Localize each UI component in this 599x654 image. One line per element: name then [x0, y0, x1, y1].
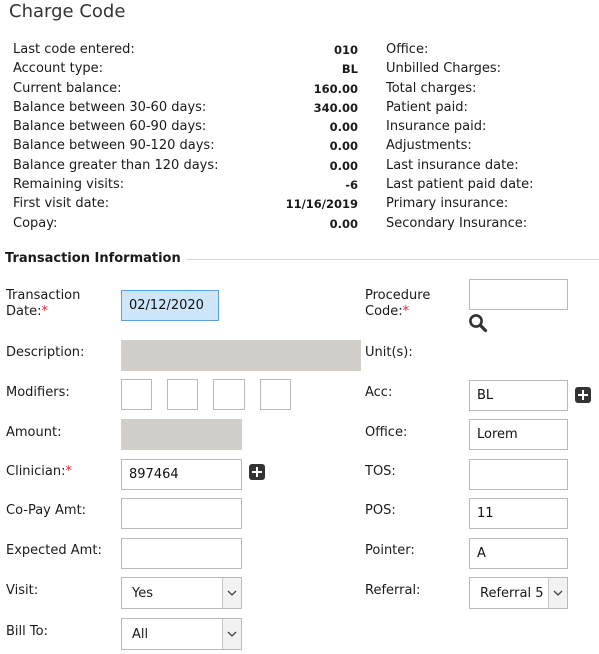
- summary-value: BL: [341, 62, 358, 77]
- acc-input[interactable]: BL: [469, 380, 568, 411]
- visit-select[interactable]: Yes: [121, 577, 242, 609]
- summary-label: Balance between 30-60 days:: [13, 99, 207, 115]
- section-title: Transaction Information: [5, 251, 181, 266]
- add-acc-button[interactable]: [575, 387, 591, 403]
- referral-select[interactable]: Referral 5: [469, 577, 568, 609]
- summary-label: Last patient paid date:: [386, 177, 534, 193]
- chevron-down-icon[interactable]: [222, 619, 241, 649]
- visit-select-value: Yes: [132, 585, 153, 601]
- summary-value: 11/16/2019: [285, 197, 358, 212]
- chevron-down-icon[interactable]: [548, 578, 567, 608]
- procedure-code-label: Procedure Code:*: [365, 288, 455, 320]
- summary-value: 0.00: [329, 216, 358, 231]
- search-icon[interactable]: [468, 313, 488, 333]
- pointer-input[interactable]: A: [469, 538, 568, 569]
- summary-value: 0.00: [329, 120, 358, 135]
- summary-values: 010 BL 160.00 340.00 0.00 0.00 0.00 -6 1…: [250, 40, 358, 233]
- required-mark: *: [65, 464, 73, 479]
- modifier-input-4[interactable]: [260, 379, 291, 410]
- summary-label: Adjustments:: [386, 138, 472, 154]
- transaction-date-label: Transaction Date:*: [6, 288, 106, 320]
- tos-label: TOS:: [365, 464, 396, 479]
- units-label: Unit(s):: [365, 345, 413, 360]
- summary-label: Office:: [386, 42, 429, 57]
- clinician-label: Clinician:*: [6, 464, 72, 480]
- required-mark: *: [402, 304, 410, 319]
- office-input[interactable]: Lorem: [469, 419, 568, 450]
- summary-label: Total charges:: [386, 80, 477, 96]
- referral-label: Referral:: [365, 583, 421, 598]
- tos-input[interactable]: [469, 459, 568, 490]
- copay-amt-input[interactable]: [121, 498, 242, 529]
- procedure-code-input[interactable]: [469, 279, 568, 310]
- pos-input[interactable]: 11: [469, 498, 568, 529]
- page-title: Charge Code: [9, 1, 126, 22]
- pointer-label: Pointer:: [365, 543, 415, 558]
- modifier-input-2[interactable]: [167, 379, 198, 410]
- summary-value: 340.00: [313, 100, 358, 115]
- required-mark: *: [41, 304, 48, 319]
- chevron-down-icon[interactable]: [222, 578, 241, 608]
- summary-label: Copay:: [13, 215, 58, 231]
- summary-label: First visit date:: [13, 196, 110, 212]
- summary-label: Last code entered:: [13, 42, 135, 57]
- bill-to-label: Bill To:: [6, 624, 48, 639]
- summary-label: Account type:: [13, 61, 104, 77]
- transaction-date-input[interactable]: 02/12/2020: [121, 290, 219, 321]
- summary-left-labels: Last code entered: Account type: Current…: [13, 40, 219, 233]
- summary-label: Secondary Insurance:: [386, 215, 528, 231]
- summary-label: Primary insurance:: [386, 196, 509, 212]
- expected-amt-label: Expected Amt:: [6, 543, 102, 558]
- expected-amt-input[interactable]: [121, 538, 242, 569]
- pos-label: POS:: [365, 503, 396, 518]
- amount-input: [121, 419, 242, 450]
- modifier-input-1[interactable]: [121, 379, 152, 410]
- acc-label: Acc:: [365, 385, 393, 400]
- office-label: Office:: [365, 425, 408, 440]
- summary-value: 010: [333, 43, 358, 57]
- summary-label: Current balance:: [13, 80, 122, 96]
- summary-value: 160.00: [313, 81, 358, 96]
- summary-value: -6: [345, 178, 358, 193]
- summary-label: Patient paid:: [386, 99, 468, 115]
- modifiers-label: Modifiers:: [6, 385, 70, 400]
- summary-label: Balance greater than 120 days:: [13, 157, 219, 173]
- summary-label: Balance between 60-90 days:: [13, 119, 207, 135]
- summary-value: 0.00: [329, 139, 358, 154]
- summary-label: Insurance paid:: [386, 119, 487, 135]
- summary-label: Last insurance date:: [386, 157, 519, 173]
- summary-right-labels: Office: Unbilled Charges: Total charges:…: [386, 40, 534, 233]
- clinician-input[interactable]: 897464: [121, 459, 242, 490]
- summary-label: Balance between 90-120 days:: [13, 138, 215, 154]
- modifier-input-3[interactable]: [213, 379, 245, 410]
- visit-label: Visit:: [6, 583, 39, 598]
- summary-value: 0.00: [329, 158, 358, 173]
- description-label: Description:: [6, 345, 85, 360]
- summary-label: Unbilled Charges:: [386, 61, 502, 77]
- amount-label: Amount:: [6, 425, 62, 440]
- referral-select-value: Referral 5: [480, 585, 544, 601]
- bill-to-select[interactable]: All: [121, 618, 242, 650]
- section-divider: [186, 259, 599, 260]
- summary-label: Remaining visits:: [13, 177, 125, 193]
- copay-amt-label: Co-Pay Amt:: [6, 503, 87, 518]
- procedure-code-label-text: Procedure Code:: [365, 288, 431, 319]
- add-clinician-button[interactable]: [249, 464, 265, 480]
- bill-to-select-value: All: [132, 626, 149, 642]
- clinician-label-text: Clinician:: [6, 464, 66, 479]
- description-input: [121, 340, 361, 371]
